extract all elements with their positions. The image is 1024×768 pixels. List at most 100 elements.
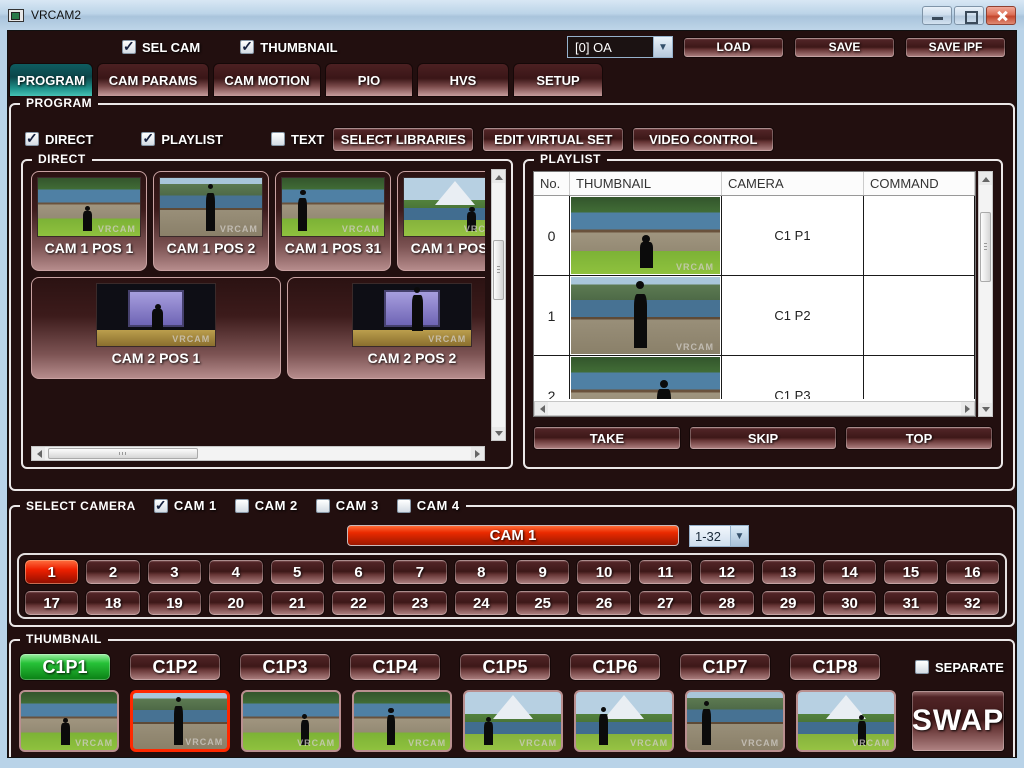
text-checkbox-row[interactable]: TEXT xyxy=(271,132,324,147)
direct-card[interactable]: VRCAM CAM 1 POS 31 xyxy=(275,171,391,271)
video-control-button[interactable]: VIDEO CONTROL xyxy=(632,127,774,152)
title-bar[interactable]: VRCAM2 xyxy=(0,0,1024,30)
position-button-3[interactable]: 3 xyxy=(147,559,202,585)
separate-checkbox-row[interactable]: SEPARATE xyxy=(915,660,1004,675)
position-button-5[interactable]: 5 xyxy=(270,559,325,585)
chevron-down-icon[interactable]: ▼ xyxy=(730,526,748,546)
maximize-icon[interactable] xyxy=(954,6,984,25)
edit-virtual-set-button[interactable]: EDIT VIRTUAL SET xyxy=(482,127,624,152)
position-button-8[interactable]: 8 xyxy=(454,559,509,585)
text-checkbox[interactable] xyxy=(271,132,285,146)
table-row[interactable]: 1 VRCAM C1 P2 xyxy=(534,276,975,356)
preset-button-c1p8[interactable]: C1P8 xyxy=(789,653,881,681)
top-button[interactable]: TOP xyxy=(845,426,993,450)
cam3-checkbox-row[interactable]: CAM 3 xyxy=(316,498,379,513)
position-button-32[interactable]: 32 xyxy=(945,590,1000,616)
scroll-up-icon[interactable] xyxy=(492,170,505,183)
cam2-checkbox-row[interactable]: CAM 2 xyxy=(235,498,298,513)
playlist-checkbox[interactable]: ✓ xyxy=(141,132,155,146)
position-button-11[interactable]: 11 xyxy=(638,559,693,585)
position-button-19[interactable]: 19 xyxy=(147,590,202,616)
preset-button-c1p2[interactable]: C1P2 xyxy=(129,653,221,681)
position-button-15[interactable]: 15 xyxy=(883,559,938,585)
position-button-30[interactable]: 30 xyxy=(822,590,877,616)
position-button-20[interactable]: 20 xyxy=(208,590,263,616)
direct-horizontal-scrollbar[interactable] xyxy=(31,446,485,461)
position-button-27[interactable]: 27 xyxy=(638,590,693,616)
tab-cam-motion[interactable]: CAM MOTION xyxy=(213,63,321,97)
preset-thumbnail[interactable]: VRCAM xyxy=(574,690,674,752)
save-button[interactable]: SAVE xyxy=(794,37,895,58)
position-button-4[interactable]: 4 xyxy=(208,559,263,585)
separate-checkbox[interactable] xyxy=(915,660,929,674)
direct-checkbox[interactable]: ✓ xyxy=(25,132,39,146)
tab-pio[interactable]: PIO xyxy=(325,63,413,97)
position-button-6[interactable]: 6 xyxy=(331,559,386,585)
scroll-right-icon[interactable] xyxy=(471,447,484,460)
select-libraries-button[interactable]: SELECT LIBRARIES xyxy=(332,127,474,152)
cam3-checkbox[interactable] xyxy=(316,499,330,513)
minimize-icon[interactable] xyxy=(922,6,952,25)
position-button-10[interactable]: 10 xyxy=(576,559,631,585)
scroll-down-icon[interactable] xyxy=(979,403,992,416)
table-row[interactable]: 2 VRCAM C1 P3 xyxy=(534,356,975,399)
load-button[interactable]: LOAD xyxy=(683,37,784,58)
cam1-checkbox[interactable]: ✓ xyxy=(154,499,168,513)
position-button-22[interactable]: 22 xyxy=(331,590,386,616)
cam4-checkbox-row[interactable]: CAM 4 xyxy=(397,498,460,513)
direct-card[interactable]: VRCAM CAM 2 POS 2 xyxy=(287,277,485,379)
position-button-24[interactable]: 24 xyxy=(454,590,509,616)
scroll-right-icon[interactable] xyxy=(961,402,974,415)
cam2-checkbox[interactable] xyxy=(235,499,249,513)
preset-thumbnail[interactable]: VRCAM xyxy=(241,690,341,752)
preset-thumbnail[interactable]: VRCAM xyxy=(352,690,452,752)
preset-button-c1p6[interactable]: C1P6 xyxy=(569,653,661,681)
preset-button-c1p4[interactable]: C1P4 xyxy=(349,653,441,681)
position-button-26[interactable]: 26 xyxy=(576,590,631,616)
position-button-7[interactable]: 7 xyxy=(392,559,447,585)
preset-thumbnail[interactable]: VRCAM xyxy=(685,690,785,752)
sel-cam-checkbox-row[interactable]: ✓ SEL CAM xyxy=(122,40,200,55)
sel-cam-checkbox[interactable]: ✓ xyxy=(122,40,136,54)
position-button-18[interactable]: 18 xyxy=(85,590,140,616)
direct-card[interactable]: VRCAM CAM 1 POS 1 xyxy=(31,171,147,271)
position-button-17[interactable]: 17 xyxy=(24,590,79,616)
scrollbar-thumb[interactable] xyxy=(48,448,198,459)
range-dropdown[interactable]: 1-32 ▼ xyxy=(689,525,749,547)
preset-button-c1p3[interactable]: C1P3 xyxy=(239,653,331,681)
direct-card[interactable]: VRCAM CAM 2 POS 1 xyxy=(31,277,281,379)
thumbnail-checkbox[interactable]: ✓ xyxy=(240,40,254,54)
position-button-12[interactable]: 12 xyxy=(699,559,754,585)
cam1-checkbox-row[interactable]: ✓ CAM 1 xyxy=(154,498,217,513)
tab-program[interactable]: PROGRAM xyxy=(9,63,93,97)
scroll-left-icon[interactable] xyxy=(32,447,45,460)
table-row[interactable]: 0 VRCAM C1 P1 xyxy=(534,196,975,276)
tab-setup[interactable]: SETUP xyxy=(513,63,603,97)
scroll-up-icon[interactable] xyxy=(979,172,992,185)
preset-thumbnail-selected[interactable]: VRCAM xyxy=(130,690,230,752)
preset-thumbnail[interactable]: VRCAM xyxy=(19,690,119,752)
position-button-28[interactable]: 28 xyxy=(699,590,754,616)
swap-button[interactable]: SWAP xyxy=(911,690,1005,752)
take-button[interactable]: TAKE xyxy=(533,426,681,450)
playlist-vertical-scrollbar[interactable] xyxy=(978,171,993,417)
position-button-21[interactable]: 21 xyxy=(270,590,325,616)
position-button-1[interactable]: 1 xyxy=(24,559,79,585)
preset-button-c1p7[interactable]: C1P7 xyxy=(679,653,771,681)
tab-hvs[interactable]: HVS xyxy=(417,63,509,97)
scrollbar-thumb[interactable] xyxy=(980,212,991,282)
direct-card[interactable]: VRCAM CAM 1 POS 2 xyxy=(153,171,269,271)
thumbnail-checkbox-row[interactable]: ✓ THUMBNAIL xyxy=(240,40,337,55)
position-button-31[interactable]: 31 xyxy=(883,590,938,616)
tab-cam-params[interactable]: CAM PARAMS xyxy=(97,63,209,97)
close-icon[interactable] xyxy=(986,6,1016,25)
scroll-left-icon[interactable] xyxy=(535,402,548,415)
position-button-29[interactable]: 29 xyxy=(761,590,816,616)
scroll-down-icon[interactable] xyxy=(492,427,505,440)
playlist-horizontal-scrollbar[interactable] xyxy=(534,401,975,416)
preset-thumbnail[interactable]: VRCAM xyxy=(463,690,563,752)
position-button-14[interactable]: 14 xyxy=(822,559,877,585)
playlist-checkbox-row[interactable]: ✓ PLAYLIST xyxy=(141,132,223,147)
skip-button[interactable]: SKIP xyxy=(689,426,837,450)
direct-card[interactable]: VRCAM CAM 1 POS 4 xyxy=(397,171,485,271)
